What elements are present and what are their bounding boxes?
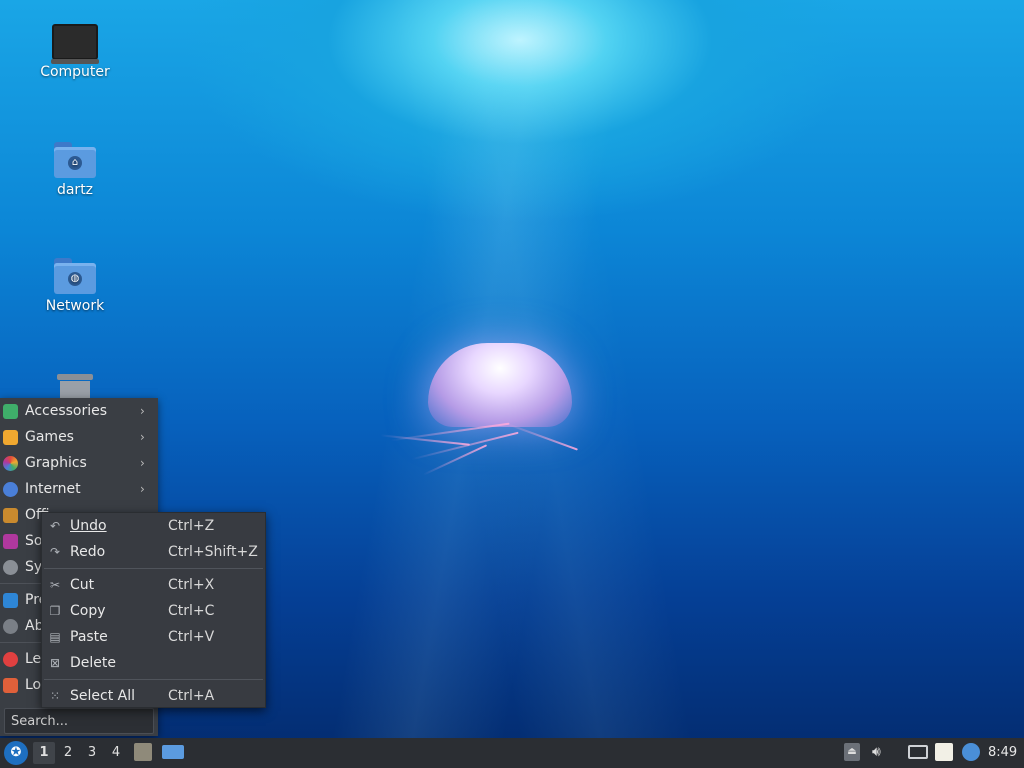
lock-icon [3, 678, 18, 693]
file-manager-launcher-icon[interactable] [134, 743, 152, 761]
desktop-home-folder[interactable]: ⌂ dartz [25, 142, 125, 198]
ctx-item-redo[interactable]: ↷ Redo Ctrl+Shift+Z [42, 539, 265, 565]
chevron-right-icon: › [140, 404, 145, 418]
menu-separator [44, 679, 263, 680]
taskbar-panel: ✪ 1 2 3 4 ⏏ 🔊︎ 8:49 [0, 738, 1024, 768]
delete-icon: ⊠ [49, 656, 61, 670]
trash-icon [57, 374, 93, 398]
undo-icon: ↶ [49, 519, 61, 533]
desktop-trash[interactable] [25, 374, 125, 398]
clipboard-icon[interactable] [935, 743, 953, 761]
desktop-computer[interactable]: Computer [25, 24, 125, 80]
chevron-right-icon: › [140, 482, 145, 496]
scissors-icon: ✂ [49, 578, 61, 592]
desktop-network[interactable]: ◍ Network [25, 258, 125, 314]
menu-search-input[interactable]: Search... [4, 708, 154, 734]
home-folder-icon: ⌂ [54, 142, 96, 178]
workspace-2[interactable]: 2 [57, 742, 79, 764]
chevron-right-icon: › [140, 456, 145, 470]
accessories-icon [3, 404, 18, 419]
menu-item-internet[interactable]: Internet › [0, 476, 158, 502]
internet-icon [3, 482, 18, 497]
desktop-icon-label: Network [45, 298, 105, 314]
workspace-1[interactable]: 1 [33, 742, 55, 764]
copy-icon: ❐ [49, 604, 61, 618]
menu-item-games[interactable]: Games › [0, 424, 158, 450]
ctx-item-cut[interactable]: ✂ Cut Ctrl+X [42, 572, 265, 598]
volume-icon[interactable]: 🔊︎ [872, 743, 890, 761]
games-icon [3, 430, 18, 445]
jellyfish-wallpaper [380, 335, 590, 495]
system-icon [3, 560, 18, 575]
network-status-icon[interactable] [908, 745, 928, 759]
menu-separator [44, 568, 263, 569]
desktop-icon-label: dartz [56, 182, 94, 198]
menu-item-graphics[interactable]: Graphics › [0, 450, 158, 476]
clock[interactable]: 8:49 [988, 738, 1017, 768]
ctx-item-select-all[interactable]: ⁙ Select All Ctrl+A [42, 683, 265, 709]
about-icon [3, 619, 18, 634]
eject-icon[interactable]: ⏏ [844, 743, 860, 761]
office-icon [3, 508, 18, 523]
workspace-4[interactable]: 4 [105, 742, 127, 764]
show-desktop-icon[interactable] [162, 745, 184, 759]
chevron-right-icon: › [140, 430, 145, 444]
computer-icon [51, 24, 99, 64]
sound-video-icon [3, 534, 18, 549]
preferences-icon [3, 593, 18, 608]
ctx-item-delete[interactable]: ⊠ Delete [42, 650, 265, 676]
workspace-3[interactable]: 3 [81, 742, 103, 764]
select-all-icon: ⁙ [49, 689, 61, 703]
network-folder-icon: ◍ [54, 258, 96, 294]
edit-context-menu: ↶ Undo Ctrl+Z ↷ Redo Ctrl+Shift+Z ✂ Cut … [41, 512, 266, 708]
ctx-item-paste[interactable]: ▤ Paste Ctrl+V [42, 624, 265, 650]
ctx-item-undo[interactable]: ↶ Undo Ctrl+Z [42, 513, 265, 539]
lubuntu-logo-icon: ✪ [10, 745, 22, 760]
ctx-item-copy[interactable]: ❐ Copy Ctrl+C [42, 598, 265, 624]
redo-icon: ↷ [49, 545, 61, 559]
desktop-icon-label: Computer [40, 64, 110, 80]
menu-item-accessories[interactable]: Accessories › [0, 398, 158, 424]
start-menu-button[interactable]: ✪ [4, 741, 28, 765]
update-notifier-icon[interactable] [962, 743, 980, 761]
paste-icon: ▤ [49, 630, 61, 644]
graphics-icon [3, 456, 18, 471]
leave-icon [3, 652, 18, 667]
